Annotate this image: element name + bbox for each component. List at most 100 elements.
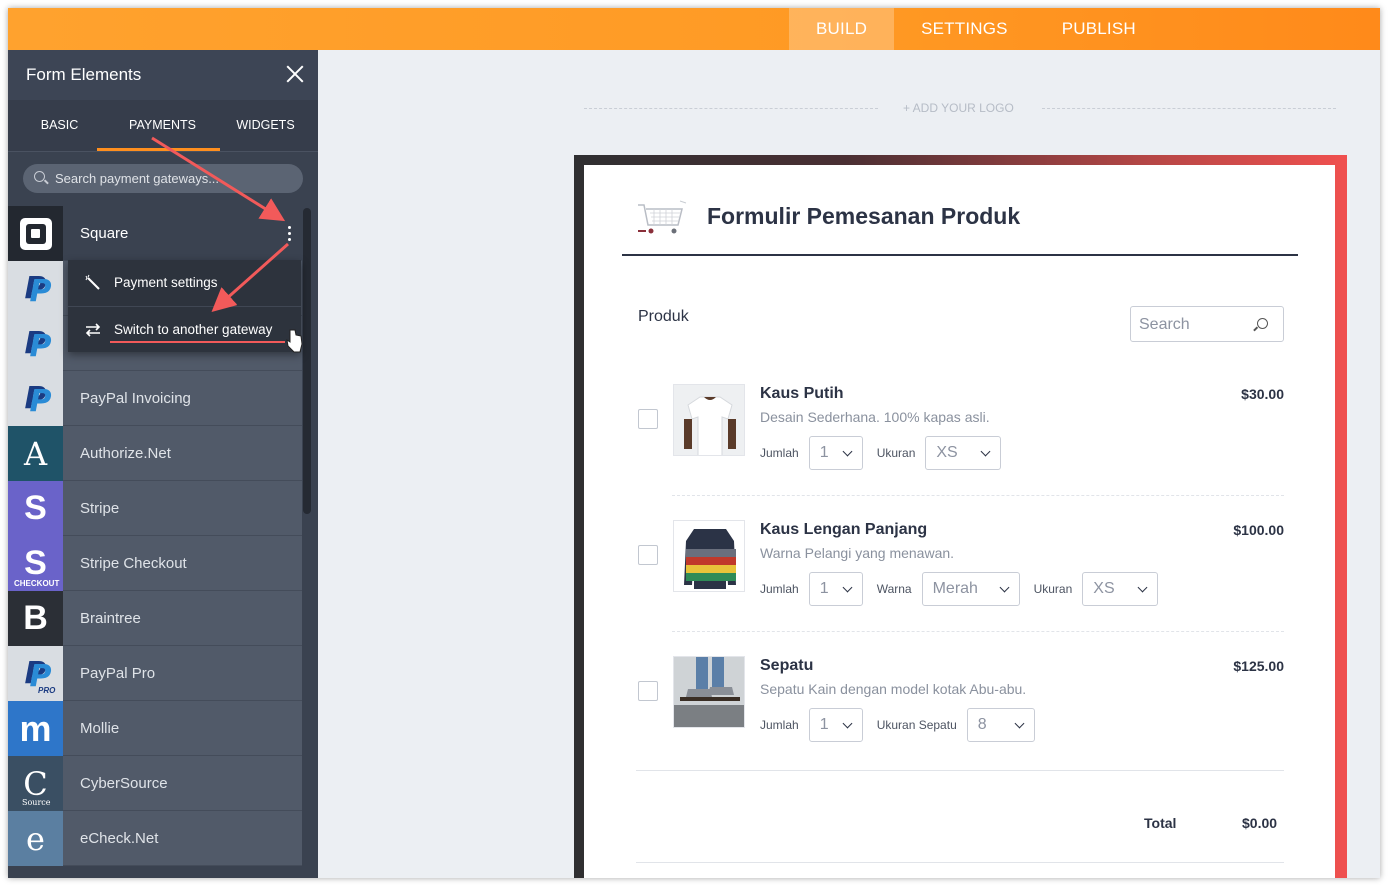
shopping-cart-icon bbox=[638, 200, 687, 234]
total-label: Total bbox=[1144, 815, 1177, 831]
close-icon[interactable] bbox=[284, 63, 306, 85]
paypal-business-logo-icon: PP bbox=[8, 261, 63, 316]
gateway-list-scrollbar[interactable] bbox=[303, 208, 311, 514]
more-options-icon[interactable] bbox=[288, 224, 292, 244]
paypal-pro-logo-icon: P P PRO bbox=[8, 646, 63, 701]
swap-arrows-icon bbox=[85, 323, 101, 337]
option-label: Ukuran Sepatu bbox=[876, 718, 957, 732]
product-name: Sepatu bbox=[760, 657, 814, 674]
panel-title: Form Elements bbox=[26, 65, 142, 84]
braintree-logo-icon: B bbox=[8, 591, 63, 646]
gateway-search-placeholder: Search payment gateways... bbox=[55, 171, 220, 186]
menu-item-payment-settings[interactable]: Payment settings bbox=[68, 260, 301, 306]
tab-build[interactable]: BUILD bbox=[789, 8, 895, 50]
gateway-label: Mollie bbox=[80, 720, 120, 737]
menu-item-switch-gateway[interactable]: Switch to another gateway bbox=[68, 306, 301, 352]
paypal-logo-icon: PP bbox=[8, 316, 63, 371]
gateway-item-echeck[interactable]: e eCheck.Net bbox=[8, 811, 302, 866]
gateway-label: Square bbox=[80, 225, 129, 242]
quantity-select[interactable]: 1 bbox=[808, 572, 863, 606]
tab-basic[interactable]: BASIC bbox=[8, 100, 111, 151]
top-nav: BUILD SETTINGS PUBLISH bbox=[789, 8, 1163, 50]
product-price: $100.00 bbox=[1233, 522, 1284, 538]
quantity-select[interactable]: 1 bbox=[808, 436, 863, 470]
tab-payments[interactable]: PAYMENTS bbox=[97, 100, 220, 151]
gateway-item-mollie[interactable]: m Mollie bbox=[8, 701, 302, 756]
gateway-item-authorize-net[interactable]: A Authorize.Net bbox=[8, 426, 302, 481]
tab-publish[interactable]: PUBLISH bbox=[1035, 8, 1163, 50]
quantity-select[interactable]: 1 bbox=[808, 708, 863, 742]
gateway-label: CyberSource bbox=[80, 775, 168, 792]
product-description: Desain Sederhana. 100% kapas asli. bbox=[760, 409, 990, 425]
annotation-underline bbox=[110, 341, 285, 343]
size-select[interactable]: XS bbox=[925, 436, 1002, 470]
total-divider bbox=[636, 770, 1284, 771]
product-options: Jumlah 1 Warna Merah Ukuran XS bbox=[760, 572, 1172, 606]
product-search-input[interactable]: Search bbox=[1130, 306, 1284, 342]
color-select[interactable]: Merah bbox=[921, 572, 1020, 606]
gateway-item-braintree[interactable]: B Braintree bbox=[8, 591, 302, 646]
gateway-item-paypal-pro[interactable]: P P PRO PayPal Pro bbox=[8, 646, 302, 701]
gateway-item-cybersource[interactable]: C Source CyberSource bbox=[8, 756, 302, 811]
cybersource-logo-icon: C Source bbox=[8, 756, 63, 811]
chevron-down-icon bbox=[842, 582, 853, 593]
gateway-label: eCheck.Net bbox=[80, 830, 159, 847]
add-logo-link[interactable]: + ADD YOUR LOGO bbox=[903, 101, 1014, 115]
stripe-checkout-logo-icon: S CHECKOUT bbox=[8, 536, 63, 591]
chevron-down-icon bbox=[842, 446, 853, 457]
product-divider bbox=[672, 495, 1284, 496]
product-checkbox[interactable] bbox=[638, 409, 658, 429]
form-title: Formulir Pemesanan Produk bbox=[707, 203, 1021, 229]
bottom-divider bbox=[636, 862, 1284, 863]
product-price: $30.00 bbox=[1241, 386, 1284, 402]
option-label: Jumlah bbox=[760, 718, 799, 732]
product-options: Jumlah 1 Ukuran Sepatu 8 bbox=[760, 708, 1049, 742]
app-window: BUILD SETTINGS PUBLISH Form Elements BAS… bbox=[8, 8, 1380, 878]
form-card: Formulir Pemesanan Produk Produk Search bbox=[574, 155, 1347, 878]
product-item: Kaus Lengan Panjang Warna Pelangi yang m… bbox=[638, 520, 1284, 656]
product-description: Warna Pelangi yang menawan. bbox=[760, 545, 955, 561]
product-description: Sepatu Kain dengan model kotak Abu-abu. bbox=[760, 681, 1027, 697]
option-label: Jumlah bbox=[760, 582, 799, 596]
chevron-down-icon bbox=[1014, 718, 1025, 729]
echeck-logo-icon: e bbox=[8, 811, 63, 866]
magic-wand-icon bbox=[85, 274, 100, 290]
product-item: Sepatu Sepatu Kain dengan model kotak Ab… bbox=[638, 656, 1284, 792]
mollie-logo-icon: m bbox=[8, 701, 63, 756]
size-select[interactable]: XS bbox=[1082, 572, 1159, 606]
chevron-down-icon bbox=[980, 446, 991, 457]
gateway-item-stripe[interactable]: S Stripe bbox=[8, 481, 302, 536]
search-icon bbox=[1257, 318, 1268, 329]
gateway-label: PayPal Pro bbox=[80, 665, 156, 682]
tab-widgets[interactable]: WIDGETS bbox=[214, 100, 317, 151]
gateway-options-menu: Payment settings Switch to another gatew… bbox=[68, 260, 301, 352]
product-image-striped-sweater bbox=[673, 520, 745, 592]
product-image-shoes bbox=[673, 656, 745, 728]
product-image-white-tshirt bbox=[673, 384, 745, 456]
top-bar: BUILD SETTINGS PUBLISH bbox=[8, 8, 1380, 50]
gateway-label: Authorize.Net bbox=[80, 445, 171, 462]
menu-item-label: Switch to another gateway bbox=[114, 322, 273, 337]
authorize-net-logo-icon: A bbox=[8, 426, 63, 481]
panel-header: Form Elements bbox=[8, 50, 318, 100]
tab-settings[interactable]: SETTINGS bbox=[894, 8, 1035, 50]
gateway-item-stripe-checkout[interactable]: S CHECKOUT Stripe Checkout bbox=[8, 536, 302, 591]
product-checkbox[interactable] bbox=[638, 545, 658, 565]
logo-divider-right bbox=[1042, 108, 1336, 109]
gateway-item-square[interactable]: Square bbox=[8, 206, 302, 261]
gateway-label: Braintree bbox=[80, 610, 141, 627]
product-search-placeholder: Search bbox=[1139, 316, 1190, 333]
option-label: Warna bbox=[876, 582, 912, 596]
shoe-size-select[interactable]: 8 bbox=[966, 708, 1035, 742]
gateway-label: PayPal Invoicing bbox=[80, 390, 191, 407]
total-value: $0.00 bbox=[1242, 815, 1278, 831]
gateway-search-input[interactable]: Search payment gateways... bbox=[23, 164, 303, 193]
product-name: Kaus Putih bbox=[760, 385, 844, 402]
gateway-item-paypal-invoicing[interactable]: PP PayPal Invoicing bbox=[8, 371, 302, 426]
form-body: Formulir Pemesanan Produk Produk Search bbox=[584, 165, 1335, 878]
products-label: Produk bbox=[638, 308, 689, 325]
chevron-down-icon bbox=[999, 582, 1010, 593]
product-checkbox[interactable] bbox=[638, 681, 658, 701]
option-label: Jumlah bbox=[760, 446, 799, 460]
gateway-label: Stripe Checkout bbox=[80, 555, 187, 572]
